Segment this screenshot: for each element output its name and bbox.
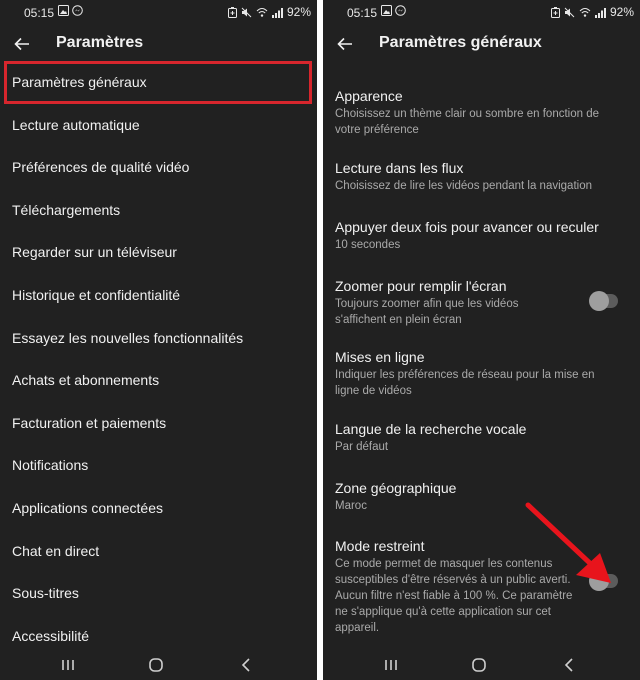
setting-description: Choisissez de lire les vidéos pendant la… — [335, 180, 592, 192]
setting-title: Zone géographique — [335, 480, 457, 496]
toggle-knob — [589, 291, 609, 311]
signal-icon — [594, 7, 606, 18]
arrow-left-icon — [337, 37, 352, 51]
setting-title: Mises en ligne — [335, 349, 425, 365]
menu-item-notifications[interactable]: Notifications — [0, 445, 317, 485]
setting-description: Choisissez un thème clair ou sombre en f… — [335, 108, 600, 136]
messenger-icon — [72, 5, 83, 16]
image-icon — [381, 5, 392, 16]
menu-item-watch-on-tv[interactable]: Regarder sur un téléviseur — [0, 232, 317, 272]
menu-item-live-chat[interactable]: Chat en direct — [0, 531, 317, 571]
mute-icon — [241, 7, 252, 17]
menu-item-captions[interactable]: Sous-titres — [0, 573, 317, 613]
app-bar: Paramètres — [0, 26, 317, 62]
setting-description: 10 secondes — [335, 239, 401, 251]
settings-screen: 05:15 92% Paramètres Paramètres généraux… — [0, 0, 317, 680]
status-bar: 05:15 92% — [0, 0, 317, 26]
setting-title: Appuyer deux fois pour avancer ou recule… — [335, 219, 599, 235]
menu-item-general[interactable]: Paramètres généraux — [0, 62, 317, 102]
menu-item-label: Essayez les nouvelles fonctionnalités — [12, 329, 244, 346]
recent-apps-icon — [385, 660, 397, 670]
menu-item-label: Paramètres généraux — [12, 74, 147, 90]
setting-description: Toujours zoomer afin que les vidéos s'af… — [335, 298, 519, 326]
status-bar: 05:15 92% — [323, 0, 640, 26]
menu-item-label: Achats et abonnements — [12, 372, 160, 389]
home-icon — [472, 658, 486, 672]
setting-title: Zoomer pour remplir l'écran — [335, 278, 507, 294]
status-time: 05:15 — [24, 6, 55, 20]
home-icon — [149, 658, 163, 672]
status-time: 05:15 — [347, 6, 378, 20]
setting-description: Maroc — [335, 500, 367, 512]
menu-item-billing[interactable]: Facturation et paiements — [0, 403, 317, 443]
menu-item-label: Chat en direct — [12, 542, 100, 559]
recent-apps-icon — [62, 660, 74, 670]
battery-level: 92% — [286, 5, 311, 19]
menu-item-label: Regarder sur un téléviseur — [12, 244, 177, 261]
setting-title: Apparence — [335, 88, 403, 104]
page-title: Paramètres généraux — [379, 34, 542, 51]
menu-item-label: Lecture automatique — [12, 116, 140, 133]
home-button[interactable] — [469, 656, 489, 674]
back-chevron-icon — [241, 658, 250, 672]
menu-item-video-quality[interactable]: Préférences de qualité vidéo — [0, 147, 317, 187]
wifi-icon — [256, 7, 268, 17]
back-button[interactable] — [10, 32, 34, 56]
setting-title: Lecture dans les flux — [335, 160, 464, 176]
menu-item-label: Préférences de qualité vidéo — [12, 159, 190, 176]
menu-item-label: Notifications — [12, 457, 89, 474]
battery-level: 92% — [609, 5, 634, 19]
setting-title: Langue de la recherche vocale — [335, 421, 527, 437]
menu-item-new-features[interactable]: Essayez les nouvelles fonctionnalités — [0, 318, 317, 358]
signal-icon — [271, 7, 283, 18]
toggle-knob — [589, 571, 609, 591]
app-bar: Paramètres généraux — [323, 26, 640, 62]
setting-description: Ce mode permet de masquer les contenus s… — [335, 558, 573, 634]
messenger-icon — [395, 5, 406, 16]
setting-uploads[interactable]: Mises en ligne Indiquer les préférences … — [323, 347, 640, 401]
zoom-fill-toggle[interactable] — [589, 291, 618, 311]
navigation-bar — [323, 650, 640, 680]
nav-back-button[interactable] — [236, 656, 256, 674]
menu-item-label: Facturation et paiements — [12, 414, 167, 431]
menu-item-label: Historique et confidentialité — [12, 287, 181, 303]
general-settings-screen: 05:15 92% Paramètres généraux Apparence … — [323, 0, 640, 680]
setting-appearance[interactable]: Apparence Choisissez un thème clair ou s… — [323, 86, 640, 140]
navigation-bar — [0, 650, 317, 680]
setting-voice-search-language[interactable]: Langue de la recherche vocale Par défaut — [323, 419, 640, 459]
page-title: Paramètres — [56, 34, 144, 51]
setting-title: Mode restreint — [335, 538, 425, 554]
menu-item-downloads[interactable]: Téléchargements — [0, 190, 317, 230]
image-icon — [58, 5, 69, 16]
menu-item-purchases[interactable]: Achats et abonnements — [0, 360, 317, 400]
menu-item-history-privacy[interactable]: Historique et confidentialité — [0, 275, 317, 315]
setting-description: Indiquer les préférences de réseau pour … — [335, 369, 595, 397]
setting-description: Par défaut — [335, 441, 389, 453]
restricted-mode-toggle[interactable] — [589, 571, 618, 591]
menu-item-label: Accessibilité — [12, 627, 90, 644]
back-chevron-icon — [564, 658, 573, 672]
menu-item-label: Sous-titres — [12, 585, 79, 602]
recent-apps-button[interactable] — [58, 656, 78, 674]
battery-saver-icon — [550, 6, 560, 18]
wifi-icon — [579, 7, 591, 17]
setting-location[interactable]: Zone géographique Maroc — [323, 478, 640, 518]
menu-item-connected-apps[interactable]: Applications connectées — [0, 488, 317, 528]
setting-double-tap-seek[interactable]: Appuyer deux fois pour avancer ou recule… — [323, 217, 640, 257]
setting-feed-playback[interactable]: Lecture dans les flux Choisissez de lire… — [323, 158, 640, 198]
menu-item-label: Applications connectées — [12, 500, 163, 516]
recent-apps-button[interactable] — [381, 656, 401, 674]
menu-item-autoplay[interactable]: Lecture automatique — [0, 105, 317, 145]
arrow-left-icon — [14, 37, 29, 51]
back-button[interactable] — [333, 32, 357, 56]
nav-back-button[interactable] — [559, 656, 579, 674]
menu-item-label: Téléchargements — [12, 201, 121, 218]
mute-icon — [564, 7, 575, 17]
home-button[interactable] — [146, 656, 166, 674]
battery-saver-icon — [227, 6, 237, 18]
